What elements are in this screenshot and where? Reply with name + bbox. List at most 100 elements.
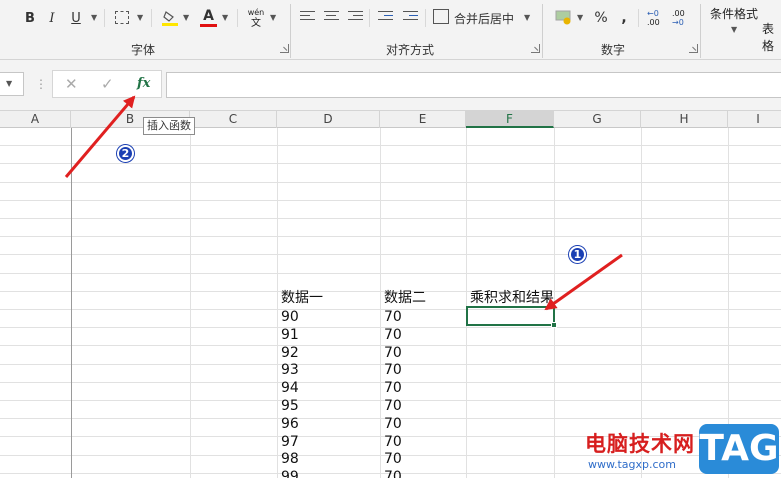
merge-dropdown-icon[interactable]: ▼ bbox=[524, 13, 530, 22]
decrease-indent-icon[interactable] bbox=[378, 11, 393, 23]
cell-e-value[interactable]: 70 bbox=[384, 450, 402, 468]
step-2-badge: 2 bbox=[117, 145, 134, 162]
cell-d-value[interactable]: 90 bbox=[281, 308, 299, 326]
formula-input[interactable] bbox=[166, 72, 781, 98]
formula-bar-grip-icon: ⋮ bbox=[35, 77, 47, 91]
font-dialog-launcher-icon[interactable] bbox=[280, 44, 289, 53]
border-icon[interactable] bbox=[115, 11, 129, 24]
column-gridline bbox=[277, 128, 278, 478]
cell-e-value[interactable]: 70 bbox=[384, 379, 402, 397]
cell-d-value[interactable]: 95 bbox=[281, 397, 299, 415]
cell-d-value[interactable]: 99 bbox=[281, 468, 299, 478]
number-group-label: 数字 bbox=[601, 43, 626, 57]
column-header-h[interactable]: H bbox=[641, 111, 728, 128]
name-box[interactable]: ▼ bbox=[0, 72, 24, 96]
row-gridline bbox=[0, 182, 781, 183]
align-left-icon[interactable] bbox=[300, 11, 315, 23]
cell-e-value[interactable]: 70 bbox=[384, 415, 402, 433]
column-gridline bbox=[466, 128, 467, 478]
font-color-button[interactable]: A bbox=[200, 8, 217, 28]
increase-indent-icon[interactable] bbox=[403, 11, 418, 23]
cell-e-value[interactable]: 70 bbox=[384, 361, 402, 379]
row-gridline bbox=[0, 273, 781, 274]
underline-button[interactable]: U bbox=[68, 7, 84, 29]
column-gridline bbox=[190, 128, 191, 478]
phonetic-button[interactable]: wén 文 bbox=[247, 8, 265, 29]
row-gridline bbox=[0, 163, 781, 164]
format-as-table-button[interactable]: 表格 bbox=[762, 20, 781, 54]
worksheet-grid[interactable]: 数据一 数据二 乘积求和结果 90 70 91 70 92 70 93 70 94 70 95 70 9… bbox=[0, 128, 781, 478]
cell-d-value[interactable]: 96 bbox=[281, 415, 299, 433]
group-divider bbox=[542, 4, 543, 58]
comma-style-button[interactable]: , bbox=[618, 7, 630, 29]
cell-e-value[interactable]: 70 bbox=[384, 344, 402, 362]
alignment-dialog-launcher-icon[interactable] bbox=[531, 44, 540, 53]
name-box-dropdown-icon[interactable]: ▼ bbox=[6, 79, 12, 88]
column-gridline bbox=[380, 128, 381, 478]
fill-handle[interactable] bbox=[551, 322, 557, 328]
font-color-glyph: A bbox=[203, 8, 214, 24]
column-header-g[interactable]: G bbox=[554, 111, 641, 128]
formula-buttons: ✕ ✓ fx bbox=[52, 70, 162, 98]
cell-f-header[interactable]: 乘积求和结果 bbox=[470, 289, 554, 307]
fill-color-button[interactable] bbox=[162, 9, 178, 27]
column-header-d[interactable]: D bbox=[277, 111, 380, 128]
cell-d-value[interactable]: 91 bbox=[281, 326, 299, 344]
column-header-c[interactable]: C bbox=[190, 111, 277, 128]
conditional-format-dropdown-icon[interactable]: ▼ bbox=[731, 25, 737, 34]
separator bbox=[425, 9, 426, 27]
accounting-dropdown-icon[interactable]: ▼ bbox=[577, 13, 583, 22]
phonetic-dropdown-icon[interactable]: ▼ bbox=[270, 13, 276, 22]
cell-e-value[interactable]: 70 bbox=[384, 308, 402, 326]
cell-e-value[interactable]: 70 bbox=[384, 397, 402, 415]
cell-d-value[interactable]: 92 bbox=[281, 344, 299, 362]
cell-e-value[interactable]: 70 bbox=[384, 433, 402, 451]
separator bbox=[151, 9, 152, 27]
font-color-dropdown-icon[interactable]: ▼ bbox=[222, 13, 228, 22]
align-center-icon[interactable] bbox=[324, 11, 339, 23]
step-1-badge: 1 bbox=[569, 246, 586, 263]
italic-button[interactable]: I bbox=[44, 7, 60, 29]
cell-e-value[interactable]: 70 bbox=[384, 326, 402, 344]
row-gridline bbox=[0, 254, 781, 255]
active-cell[interactable] bbox=[466, 306, 555, 326]
insert-function-icon[interactable]: fx bbox=[137, 76, 150, 91]
ribbon: B I U ▼ ▼ ▼ A ▼ wén 文 ▼ 字体 合并后居中 ▼ 对齐方式 … bbox=[0, 0, 781, 60]
accounting-format-button[interactable] bbox=[555, 9, 572, 25]
decrease-decimal-bottom: →0 bbox=[672, 18, 684, 27]
column-header-e[interactable]: E bbox=[380, 111, 466, 128]
column-header-i[interactable]: I bbox=[728, 111, 781, 128]
merge-center-button[interactable]: 合并后居中 bbox=[453, 7, 515, 29]
paint-bucket-icon bbox=[162, 11, 178, 26]
font-color-swatch bbox=[200, 24, 217, 27]
fill-color-dropdown-icon[interactable]: ▼ bbox=[183, 13, 189, 22]
cell-e-value[interactable]: 70 bbox=[384, 468, 402, 478]
separator bbox=[369, 9, 370, 27]
row-gridline bbox=[0, 218, 781, 219]
column-gridline bbox=[641, 128, 642, 478]
decrease-decimal-button[interactable]: .00 →0 bbox=[672, 9, 692, 27]
border-dropdown-icon[interactable]: ▼ bbox=[137, 13, 143, 22]
cell-d-value[interactable]: 98 bbox=[281, 450, 299, 468]
cell-d-value[interactable]: 93 bbox=[281, 361, 299, 379]
cell-d-value[interactable]: 97 bbox=[281, 433, 299, 451]
separator bbox=[237, 9, 238, 27]
column-header-f[interactable]: F bbox=[466, 111, 554, 128]
column-header-a[interactable]: A bbox=[0, 111, 71, 128]
cell-e-header[interactable]: 数据二 bbox=[384, 289, 426, 307]
formula-bar: ▼ ⋮ ✕ ✓ fx bbox=[0, 60, 781, 110]
cell-d-header[interactable]: 数据一 bbox=[281, 289, 323, 307]
align-right-icon[interactable] bbox=[348, 11, 363, 23]
increase-decimal-button[interactable]: ←0 .00 bbox=[647, 9, 667, 27]
cancel-icon[interactable]: ✕ bbox=[65, 75, 78, 93]
number-dialog-launcher-icon[interactable] bbox=[689, 44, 698, 53]
underline-dropdown-icon[interactable]: ▼ bbox=[91, 13, 97, 22]
percent-button[interactable]: % bbox=[593, 7, 609, 29]
phonetic-top: wén bbox=[247, 8, 265, 17]
cell-d-value[interactable]: 94 bbox=[281, 379, 299, 397]
alignment-group-label: 对齐方式 bbox=[386, 43, 435, 57]
enter-icon[interactable]: ✓ bbox=[101, 75, 114, 93]
bold-button[interactable]: B bbox=[22, 7, 38, 29]
conditional-format-button[interactable]: 条件格式 bbox=[710, 5, 758, 22]
column-gridline bbox=[554, 128, 555, 478]
